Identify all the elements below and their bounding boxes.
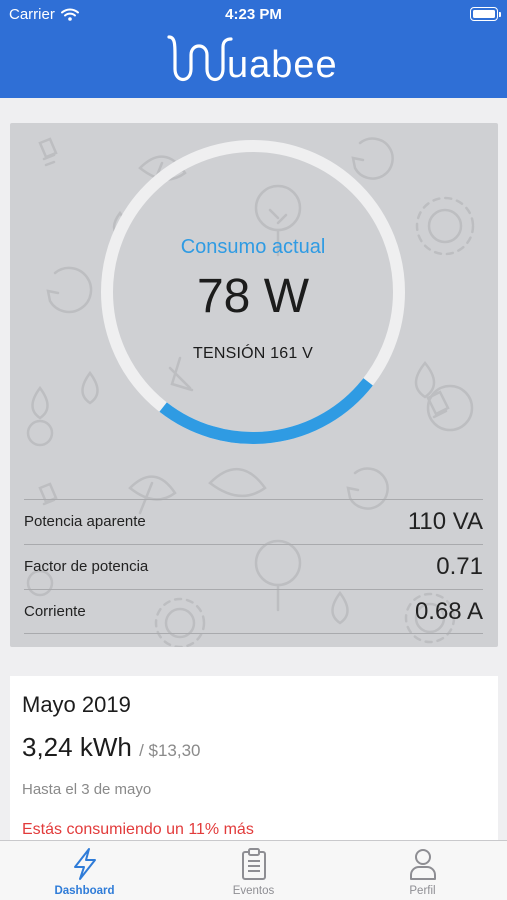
status-time: 4:23 PM: [225, 6, 282, 23]
tab-label: Dashboard: [54, 885, 115, 897]
metrics-list: Potencia aparente 110 VA Factor de poten…: [24, 499, 483, 634]
metric-row-current: Corriente 0.68 A: [24, 589, 483, 634]
metric-value: 0.68 A: [414, 598, 483, 625]
clipboard-icon: [241, 848, 266, 880]
gauge-label: Consumo actual: [180, 236, 326, 258]
month-kwh: 3,24 kWh: [22, 732, 132, 762]
live-consumption-card: Consumo actual 78 W TENSIÓN 161 V Potenc…: [10, 123, 498, 647]
metric-label: Potencia aparente: [24, 513, 146, 530]
app-header: Carrier 4:23 PM uabee: [0, 0, 507, 98]
tab-dashboard[interactable]: Dashboard: [0, 841, 169, 900]
tab-perfil[interactable]: Perfil: [338, 841, 507, 900]
lightning-icon: [73, 848, 96, 880]
gauge-readout: Consumo actual 78 W TENSIÓN 161 V: [100, 139, 406, 445]
metric-value: 110 VA: [407, 508, 483, 535]
tab-bar: Dashboard Eventos Perfil: [0, 840, 507, 900]
tab-eventos[interactable]: Eventos: [169, 841, 338, 900]
month-title: Mayo 2019: [22, 692, 131, 717]
consumption-alert: Estás consumiendo un 11% más: [22, 821, 254, 838]
battery-icon: [470, 7, 501, 21]
monthly-summary-card[interactable]: Mayo 2019 3,24 kWh / $13,30 Hasta el 3 d…: [10, 676, 498, 856]
metric-row-apparent-power: Potencia aparente 110 VA: [24, 499, 483, 544]
metric-label: Factor de potencia: [24, 558, 149, 575]
metric-value: 0.71: [436, 553, 483, 580]
tab-label: Eventos: [232, 885, 275, 897]
gauge-value: 78 W: [196, 270, 310, 323]
month-consumption: 3,24 kWh / $13,30: [22, 732, 201, 763]
tab-label: Perfil: [409, 885, 436, 897]
metric-row-power-factor: Factor de potencia 0.71: [24, 544, 483, 589]
metric-label: Corriente: [24, 603, 86, 620]
gauge-tension: TENSIÓN 161 V: [193, 345, 313, 362]
wuabee-logo: uabee: [166, 35, 338, 86]
month-cost: / $13,30: [139, 741, 201, 760]
status-bar: Carrier 4:23 PM: [0, 0, 507, 28]
svg-text:uabee: uabee: [227, 44, 338, 86]
user-icon: [409, 849, 436, 880]
month-until: Hasta el 3 de mayo: [22, 781, 152, 798]
app-logo: uabee: [0, 30, 507, 92]
